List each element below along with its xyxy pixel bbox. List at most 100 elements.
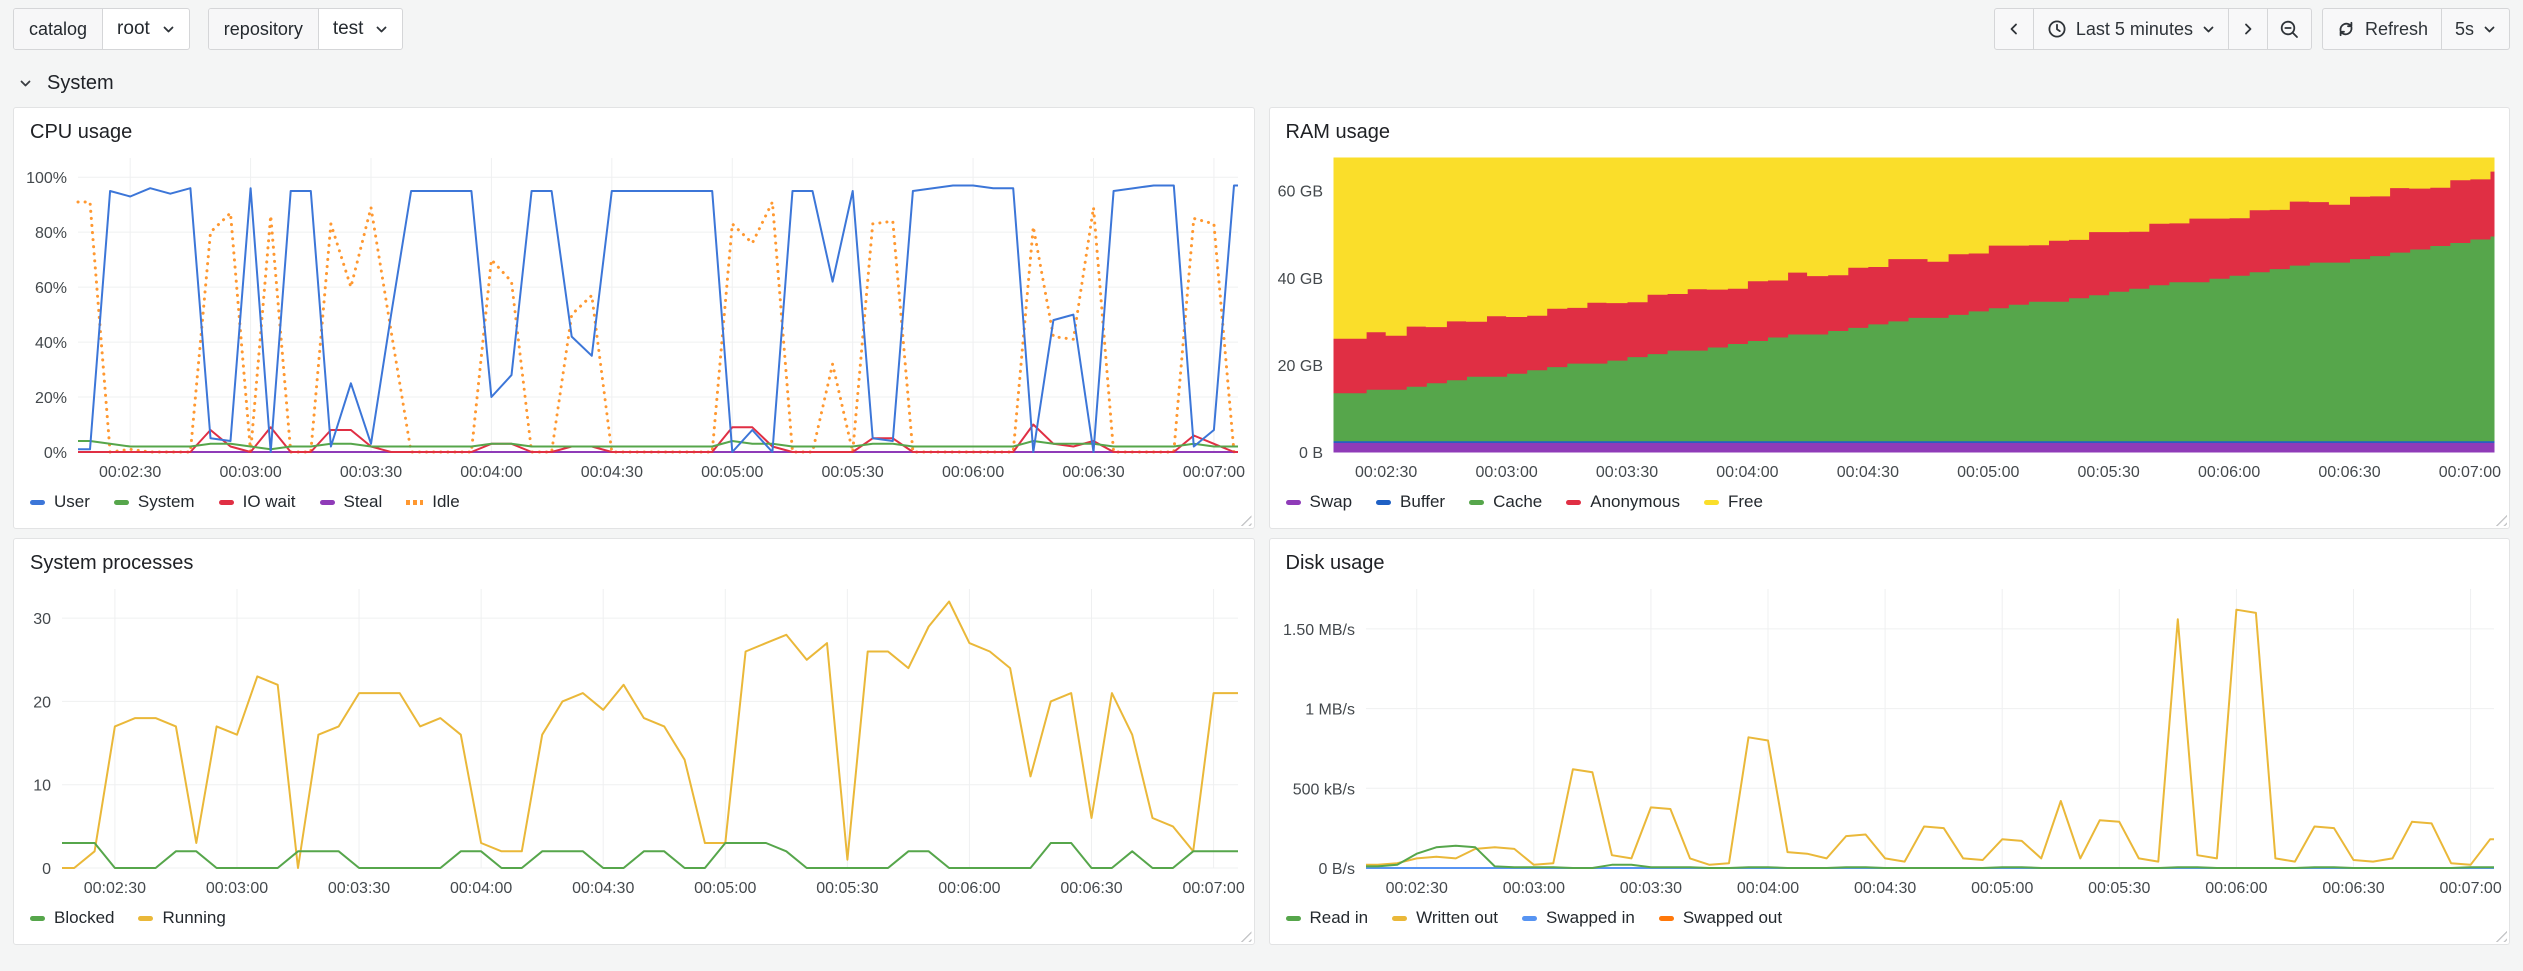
svg-text:00:03:30: 00:03:30 xyxy=(328,880,390,897)
cpu-usage-chart[interactable]: 00:02:3000:03:0000:03:3000:04:0000:04:30… xyxy=(14,148,1254,488)
svg-text:1 MB/s: 1 MB/s xyxy=(1305,702,1355,719)
time-shift-back-button[interactable] xyxy=(1994,8,2034,50)
legend-swatch xyxy=(1376,500,1391,505)
legend-label: Swap xyxy=(1310,492,1353,512)
system-processes-chart[interactable]: 00:02:3000:03:0000:03:3000:04:0000:04:30… xyxy=(14,579,1254,904)
legend-item-swapped-out[interactable]: Swapped out xyxy=(1659,908,1782,928)
legend-item-free[interactable]: Free xyxy=(1704,492,1763,512)
svg-text:30: 30 xyxy=(33,611,51,628)
svg-text:00:04:00: 00:04:00 xyxy=(1716,464,1778,481)
ram-usage-legend: Swap Buffer Cache Anonymous Free xyxy=(1270,488,2510,528)
svg-text:60 GB: 60 GB xyxy=(1277,184,1322,201)
svg-text:00:07:00: 00:07:00 xyxy=(2438,464,2500,481)
chevron-down-icon xyxy=(375,23,388,36)
time-range-group: Last 5 minutes xyxy=(1994,8,2312,50)
chevron-down-icon xyxy=(2483,23,2496,36)
legend-swatch xyxy=(1659,916,1674,921)
svg-text:0: 0 xyxy=(42,861,51,878)
time-range-picker-button[interactable]: Last 5 minutes xyxy=(2033,8,2229,50)
legend-item-user[interactable]: User xyxy=(30,492,90,512)
legend-label: Read in xyxy=(1310,908,1369,928)
refresh-icon xyxy=(2336,19,2356,39)
legend-swatch xyxy=(1392,916,1407,921)
refresh-group: Refresh 5s xyxy=(2322,8,2510,50)
svg-text:00:06:30: 00:06:30 xyxy=(1060,880,1122,897)
panel-title[interactable]: CPU usage xyxy=(14,108,1254,148)
svg-text:00:07:00: 00:07:00 xyxy=(1182,880,1244,897)
legend-item-swapped-in[interactable]: Swapped in xyxy=(1522,908,1635,928)
legend-item-system[interactable]: System xyxy=(114,492,195,512)
svg-text:00:03:00: 00:03:00 xyxy=(1475,464,1537,481)
svg-text:00:06:00: 00:06:00 xyxy=(2197,464,2259,481)
svg-text:00:03:30: 00:03:30 xyxy=(1595,464,1657,481)
time-range-label: Last 5 minutes xyxy=(2076,19,2193,40)
legend-item-blocked[interactable]: Blocked xyxy=(30,908,114,928)
svg-text:00:04:30: 00:04:30 xyxy=(572,880,634,897)
time-shift-forward-button[interactable] xyxy=(2228,8,2268,50)
zoom-out-button[interactable] xyxy=(2267,8,2312,50)
ram-usage-chart[interactable]: 00:02:30 00:03:00 00:03:30 00:04:00 00:04:30… xyxy=(1270,148,2510,488)
system-processes-legend: Blocked Running xyxy=(14,904,1254,944)
svg-text:00:02:30: 00:02:30 xyxy=(1355,464,1417,481)
svg-text:00:04:00: 00:04:00 xyxy=(1736,880,1798,897)
svg-text:00:03:00: 00:03:00 xyxy=(206,880,268,897)
row-header-system[interactable]: System xyxy=(0,56,2523,107)
refresh-button[interactable]: Refresh xyxy=(2322,8,2442,50)
chevron-left-icon xyxy=(2006,21,2022,37)
svg-text:0%: 0% xyxy=(44,445,67,462)
zoom-out-icon xyxy=(2279,19,2300,40)
svg-text:00:06:30: 00:06:30 xyxy=(1062,464,1124,481)
legend-item-buffer[interactable]: Buffer xyxy=(1376,492,1445,512)
variable-catalog-value-dropdown[interactable]: root xyxy=(103,9,189,49)
variable-catalog: catalog root xyxy=(13,8,190,50)
svg-text:00:06:00: 00:06:00 xyxy=(2205,880,2267,897)
variable-selectors: catalog root repository test xyxy=(13,8,403,50)
refresh-interval-dropdown[interactable]: 5s xyxy=(2441,8,2510,50)
legend-item-read-in[interactable]: Read in xyxy=(1286,908,1369,928)
svg-text:00:04:00: 00:04:00 xyxy=(450,880,512,897)
svg-text:00:04:30: 00:04:30 xyxy=(1836,464,1898,481)
legend-swatch xyxy=(1286,916,1301,921)
legend-swatch xyxy=(1469,500,1484,505)
dashboard: catalog root repository test xyxy=(0,0,2523,971)
legend-item-swap[interactable]: Swap xyxy=(1286,492,1353,512)
legend-item-steal[interactable]: Steal xyxy=(320,492,383,512)
legend-label: Free xyxy=(1728,492,1763,512)
cpu-usage-legend: User System IO wait Steal Idle xyxy=(14,488,1254,528)
legend-label: System xyxy=(138,492,195,512)
panel-title[interactable]: Disk usage xyxy=(1270,539,2510,579)
variable-repository-value: test xyxy=(333,18,364,40)
svg-text:40 GB: 40 GB xyxy=(1277,271,1322,288)
svg-text:00:05:30: 00:05:30 xyxy=(2077,464,2139,481)
svg-text:20 GB: 20 GB xyxy=(1277,358,1322,375)
disk-usage-chart[interactable]: 00:02:3000:03:0000:03:3000:04:0000:04:30… xyxy=(1270,579,2510,904)
legend-item-written-out[interactable]: Written out xyxy=(1392,908,1498,928)
legend-label: Blocked xyxy=(54,908,114,928)
legend-item-cache[interactable]: Cache xyxy=(1469,492,1542,512)
svg-text:00:07:00: 00:07:00 xyxy=(2439,880,2501,897)
svg-text:00:05:00: 00:05:00 xyxy=(694,880,756,897)
panel-cpu-usage: CPU usage 00:02:3000:03:0000:03:3000:04:… xyxy=(13,107,1255,529)
refresh-label: Refresh xyxy=(2365,19,2428,40)
legend-item-running[interactable]: Running xyxy=(138,908,225,928)
legend-label: Buffer xyxy=(1400,492,1445,512)
svg-text:00:05:00: 00:05:00 xyxy=(1957,464,2019,481)
legend-item-io-wait[interactable]: IO wait xyxy=(219,492,296,512)
legend-swatch xyxy=(1522,916,1537,921)
legend-item-anonymous[interactable]: Anonymous xyxy=(1566,492,1680,512)
variable-repository-value-dropdown[interactable]: test xyxy=(319,9,403,49)
svg-text:00:05:30: 00:05:30 xyxy=(816,880,878,897)
svg-text:20%: 20% xyxy=(35,390,67,407)
variable-catalog-value: root xyxy=(117,18,150,40)
top-bar: catalog root repository test xyxy=(0,0,2523,56)
panel-ram-usage: RAM usage 00:02:30 00:03:00 00:03:30 00:04:… xyxy=(1269,107,2511,529)
legend-label: Written out xyxy=(1416,908,1498,928)
svg-text:00:05:30: 00:05:30 xyxy=(822,464,884,481)
panel-title[interactable]: System processes xyxy=(14,539,1254,579)
svg-text:00:03:00: 00:03:00 xyxy=(219,464,281,481)
panel-title[interactable]: RAM usage xyxy=(1270,108,2510,148)
legend-item-idle[interactable]: Idle xyxy=(406,492,459,512)
svg-text:00:03:30: 00:03:30 xyxy=(1619,880,1681,897)
svg-text:00:02:30: 00:02:30 xyxy=(1385,880,1447,897)
legend-label: Cache xyxy=(1493,492,1542,512)
